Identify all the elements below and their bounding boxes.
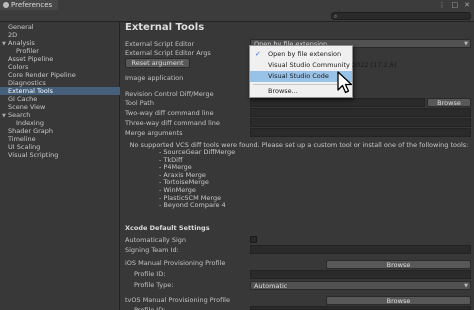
toolbar: ⌕ [0,10,474,22]
menu-icon[interactable]: ⋮ [439,1,446,9]
page-title: External Tools [125,22,205,33]
ios-profile-label: iOS Manual Provisioning Profile [125,259,226,267]
sidebar-item-indexing[interactable]: Indexing [0,119,120,127]
sidebar-item-ui-scaling[interactable]: UI Scaling [0,143,120,151]
ios-profile-type-dropdown[interactable]: Automatic ▼ [250,281,471,290]
sidebar-item-label: Timeline [8,135,36,143]
sidebar-item-label: GI Cache [8,95,38,103]
signing-team-field[interactable] [250,245,471,254]
gear-icon [3,2,9,8]
menu-separator [253,84,349,85]
xcode-section-heading: Xcode Default Settings [125,224,210,232]
sidebar-item-label: 2D [8,31,18,39]
tool-path-browse-button[interactable]: Browse [427,98,471,107]
auto-sign-checkbox[interactable] [250,236,257,243]
tvos-profile-label: tvOS Manual Provisioning Profile [125,296,230,304]
revision-control-label: Revision Control Diff/Merge [125,90,214,98]
sidebar-item-label: General [8,23,34,31]
signing-team-label: Signing Team Id: [125,246,179,254]
sidebar-item-label: Indexing [16,119,44,127]
sidebar-item-diagnostics[interactable]: Diagnostics [0,79,120,87]
sidebar-item-label: External Tools [8,87,54,95]
title-bar: Preferences ⋮ □ ✕ [0,0,474,10]
ios-profile-id-label: Profile ID: [134,270,166,278]
external-script-editor-label: External Script Editor [125,40,195,48]
menu-item-label: Visual Studio Community 2022 [17.2.6] [268,61,397,69]
sidebar-item-label: Visual Scripting [8,151,59,159]
menu-item-label: Browse... [268,87,298,95]
two-way-diff-label: Two-way diff command line [125,109,214,117]
sidebar-item-timeline[interactable]: Timeline [0,135,120,143]
sidebar-item-label: UI Scaling [8,143,41,151]
auto-sign-label: Automatically Sign [125,236,187,244]
close-icon[interactable]: ✕ [464,1,470,9]
sidebar-item-search[interactable]: ▼ Search [0,111,120,119]
dropdown-value: Automatic [254,282,288,290]
image-application-label: Image application [125,74,184,82]
sidebar-item-colors[interactable]: Colors [0,63,120,71]
sidebar-item-profiler[interactable]: Profiler [0,47,120,55]
sidebar-item-2d[interactable]: 2D [0,31,120,39]
sidebar-item-label: Diagnostics [8,79,46,87]
tab-title: Preferences [11,1,53,9]
merge-arguments-label: Merge arguments [125,129,183,137]
three-way-diff-field[interactable] [250,118,471,127]
sidebar-item-label: Analysis [8,39,35,47]
menu-item-label: Open by file extension [268,50,342,58]
sidebar-item-asset-pipeline[interactable]: Asset Pipeline [0,55,120,63]
sidebar-item-label: Profiler [16,47,39,55]
tvos-profile-browse-button[interactable]: Browse [326,296,471,305]
sidebar-item-shader-graph[interactable]: Shader Graph [0,127,120,135]
search-icon: ⌕ [334,13,338,20]
sidebar-item-label: Shader Graph [8,127,54,135]
tool-path-label: Tool Path [125,99,154,107]
vcs-tools-list: - SourceGear DiffMerge - TkDiff - P4Merg… [159,148,235,210]
sidebar-item-scene-view[interactable]: Scene View [0,103,120,111]
ios-profile-browse-button[interactable]: Browse [326,260,471,269]
sidebar-item-visual-scripting[interactable]: Visual Scripting [0,151,120,159]
ios-profile-id-field[interactable] [250,270,471,279]
chevron-down-icon: ▼ [464,41,468,47]
sidebar-item-core-render-pipeline[interactable]: Core Render Pipeline [0,71,120,79]
maximize-icon[interactable]: □ [452,1,459,9]
sidebar: General 2D ▼ Analysis Profiler Asset Pipe… [0,22,120,310]
sidebar-item-label: Colors [8,63,29,71]
sidebar-item-label: Scene View [8,103,46,111]
search-field[interactable]: ⌕ [331,12,471,20]
chevron-down-icon: ▼ [464,283,468,289]
external-script-editor-args-label: External Script Editor Args [125,49,211,57]
two-way-diff-field[interactable] [250,108,471,117]
search-input[interactable] [341,13,469,19]
reset-argument-button[interactable]: Reset argument [125,58,190,68]
tvos-profile-id-field[interactable] [250,306,471,310]
sidebar-item-general[interactable]: General [0,23,120,31]
window-controls: ⋮ □ ✕ [439,1,471,9]
three-way-diff-label: Three-way diff command line [125,119,220,127]
sidebar-item-analysis[interactable]: ▼ Analysis [0,39,120,47]
tvos-profile-id-label: Profile ID: [134,306,166,310]
menu-item-open-by-file-extension[interactable]: ✓ Open by file extension [250,49,352,60]
preferences-tab[interactable]: Preferences [0,0,58,10]
menu-item-label: Visual Studio Code [268,72,329,80]
mouse-cursor-icon [337,71,353,94]
sidebar-item-label: Core Render Pipeline [8,71,76,79]
ios-profile-type-label: Profile Type: [134,281,174,289]
sidebar-item-gi-cache[interactable]: GI Cache [0,95,120,103]
sidebar-item-external-tools[interactable]: External Tools [0,87,120,95]
list-item: - Beyond Compare 4 [159,201,226,210]
sidebar-item-label: Asset Pipeline [8,55,54,63]
tool-path-field[interactable] [250,98,425,107]
menu-item-visual-studio-community[interactable]: Visual Studio Community 2022 [17.2.6] [250,60,396,71]
merge-arguments-field[interactable] [250,128,471,137]
checkmark-icon: ✓ [255,50,261,58]
sidebar-item-label: Search [8,111,31,119]
